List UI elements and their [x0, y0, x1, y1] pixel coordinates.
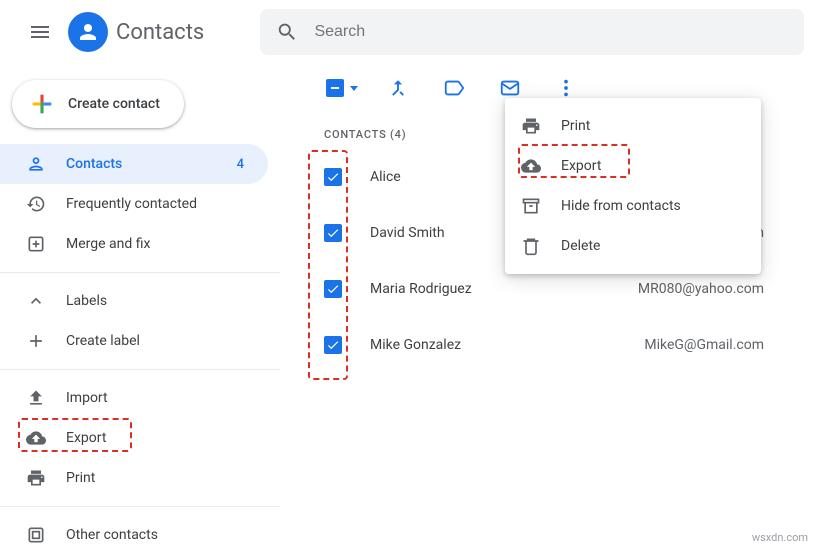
print-icon [26, 468, 46, 488]
menu-delete[interactable]: Delete [505, 226, 761, 266]
sidebar-item-count: 4 [237, 157, 244, 172]
context-menu: Print Export Hide from contacts Delete [505, 98, 761, 274]
plus-icon [28, 90, 56, 118]
hamburger-icon [28, 20, 52, 44]
contact-email: MikeG@Gmail.com [644, 337, 804, 353]
cloud-upload-icon [26, 428, 46, 448]
menu-export[interactable]: Export [505, 146, 761, 186]
sidebar-item-label: Frequently contacted [66, 196, 244, 212]
chevron-down-icon [350, 86, 358, 91]
divider [0, 272, 280, 273]
menu-hide[interactable]: Hide from contacts [505, 186, 761, 226]
label-icon [443, 77, 465, 99]
contact-checkbox[interactable] [324, 168, 342, 186]
contact-name: Maria Rodriguez [370, 281, 638, 297]
person-icon [76, 20, 100, 44]
divider [0, 369, 280, 370]
menu-item-label: Export [561, 158, 601, 174]
menu-item-label: Hide from contacts [561, 198, 681, 214]
sidebar-import[interactable]: Import [0, 378, 268, 418]
merge-icon [387, 77, 409, 99]
search-input[interactable] [314, 23, 788, 41]
contact-name: Mike Gonzalez [370, 337, 644, 353]
check-icon [326, 338, 340, 352]
sidebar-item-label: Other contacts [66, 527, 244, 543]
sidebar-item-merge[interactable]: Merge and fix [0, 224, 268, 264]
menu-item-label: Print [561, 118, 590, 134]
label-button[interactable] [436, 70, 472, 106]
sidebar: Create contact Contacts 4 Frequently con… [0, 64, 280, 550]
check-icon [326, 170, 340, 184]
history-icon [26, 194, 46, 214]
cloud-upload-icon [521, 156, 541, 176]
sidebar-item-label: Merge and fix [66, 236, 244, 252]
sidebar-item-frequent[interactable]: Frequently contacted [0, 184, 268, 224]
merge-button[interactable] [380, 70, 416, 106]
contact-email: MR080@yahoo.com [638, 281, 804, 297]
check-icon [326, 226, 340, 240]
app-logo [68, 12, 108, 52]
create-contact-button[interactable]: Create contact [12, 80, 184, 128]
divider [0, 506, 280, 507]
upload-icon [26, 388, 46, 408]
sidebar-labels-toggle[interactable]: Labels [0, 281, 268, 321]
contact-checkbox[interactable] [324, 336, 342, 354]
chevron-up-icon [26, 291, 46, 311]
main-menu-button[interactable] [16, 8, 64, 56]
selection-indicator-icon [326, 79, 344, 97]
sidebar-item-label: Contacts [66, 156, 237, 172]
sidebar-item-contacts[interactable]: Contacts 4 [0, 144, 268, 184]
app-title: Contacts [116, 20, 204, 45]
contact-checkbox[interactable] [324, 280, 342, 298]
sidebar-create-label[interactable]: Create label [0, 321, 268, 361]
sidebar-item-label: Export [66, 430, 244, 446]
selection-dropdown[interactable] [324, 70, 360, 106]
menu-print[interactable]: Print [505, 106, 761, 146]
search-icon [276, 20, 298, 44]
archive-icon [26, 525, 46, 545]
trash-icon [521, 236, 541, 256]
sidebar-item-label: Print [66, 470, 244, 486]
sidebar-print[interactable]: Print [0, 458, 268, 498]
plus-small-icon [26, 331, 46, 351]
watermark: wsxdn.com [752, 531, 808, 544]
contact-checkbox[interactable] [324, 224, 342, 242]
sidebar-export[interactable]: Export [0, 418, 268, 458]
contact-row[interactable]: Mike Gonzalez MikeG@Gmail.com [296, 317, 804, 373]
envelope-icon [499, 77, 521, 99]
person-outline-icon [26, 154, 46, 174]
create-contact-label: Create contact [68, 96, 160, 112]
sidebar-other-contacts[interactable]: Other contacts [0, 515, 268, 555]
check-icon [326, 282, 340, 296]
sidebar-item-label: Labels [66, 293, 244, 309]
sidebar-item-label: Create label [66, 333, 244, 349]
search-bar[interactable] [260, 9, 804, 55]
archive-icon [521, 196, 541, 216]
menu-item-label: Delete [561, 238, 600, 254]
sidebar-item-label: Import [66, 390, 244, 406]
print-icon [521, 116, 541, 136]
app-header: Contacts [0, 0, 820, 64]
more-vert-icon [555, 77, 577, 99]
merge-fix-icon [26, 234, 46, 254]
